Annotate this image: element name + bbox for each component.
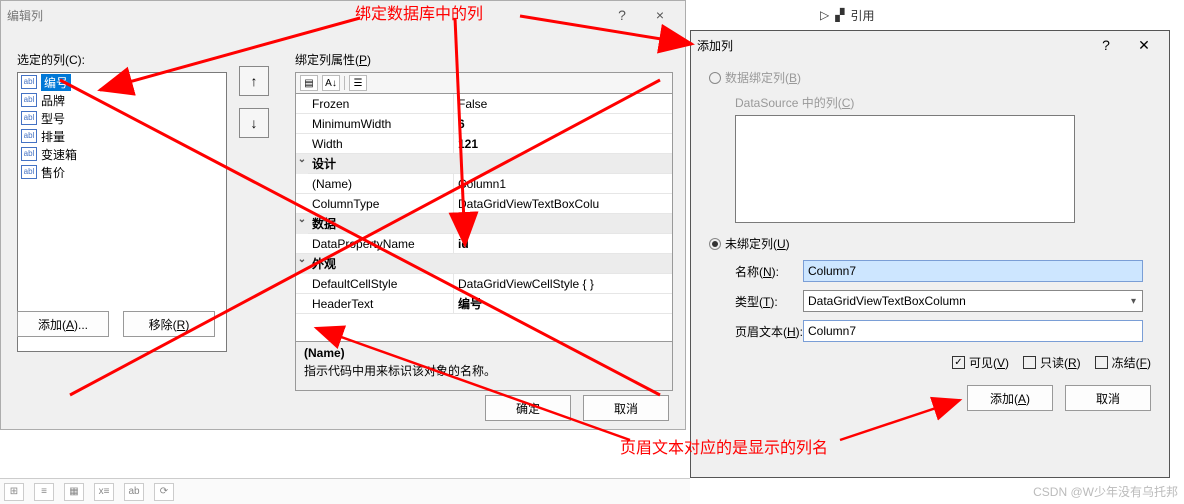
list-item[interactable]: 型号 bbox=[18, 109, 226, 127]
datasource-cols-label: DataSource 中的列(C) bbox=[735, 94, 1151, 111]
props-icon[interactable]: ☰ bbox=[349, 75, 367, 91]
list-item[interactable]: 编号 bbox=[18, 73, 226, 91]
pg-value[interactable]: id bbox=[454, 234, 672, 254]
pg-category: 数据 bbox=[308, 214, 466, 234]
remove-button[interactable]: 移除(R) bbox=[123, 311, 215, 337]
categorize-icon[interactable]: ▤ bbox=[300, 75, 318, 91]
pg-name: DataPropertyName bbox=[296, 234, 454, 254]
watermark: CSDN @W少年没有乌托邦 bbox=[1033, 483, 1178, 500]
readonly-checkbox[interactable]: 只读(R) bbox=[1023, 354, 1081, 371]
column-icon bbox=[21, 75, 37, 89]
selected-columns-list[interactable]: 编号 品牌 型号 排量 变速箱 售价 bbox=[17, 72, 227, 352]
reference-icon: ▞ bbox=[835, 8, 844, 22]
pg-name: Frozen bbox=[296, 94, 454, 114]
type-select[interactable]: DataGridViewTextBoxColumn bbox=[803, 290, 1143, 312]
column-icon bbox=[21, 165, 37, 179]
frozen-checkbox[interactable]: 冻结(F) bbox=[1095, 354, 1151, 371]
annotation-bind-db-column: 绑定数据库中的列 bbox=[355, 0, 483, 24]
type-value: DataGridViewTextBoxColumn bbox=[808, 294, 966, 308]
column-icon bbox=[21, 147, 37, 161]
move-up-button[interactable]: ↑ bbox=[239, 66, 269, 96]
radio-bound-column[interactable]: 数据绑定列(B) bbox=[709, 69, 1151, 86]
close-button[interactable]: × bbox=[641, 4, 679, 26]
collapse-icon[interactable]: ⌄ bbox=[296, 214, 308, 234]
selected-columns-label: 选定的列(C): bbox=[17, 51, 227, 68]
pg-value[interactable]: 121 bbox=[454, 134, 672, 154]
bound-props-label: 绑定列属性(P) bbox=[295, 51, 673, 68]
move-down-button[interactable]: ↓ bbox=[239, 108, 269, 138]
pg-name: DefaultCellStyle bbox=[296, 274, 454, 294]
checkbox-icon bbox=[1023, 356, 1036, 369]
header-input[interactable] bbox=[803, 320, 1143, 342]
designer-bottom-toolbar: ⊞ ≡ ▦ x≡ ab ⟳ bbox=[0, 478, 690, 504]
solution-tree-fragment: ▷ ▞ 引用 bbox=[820, 0, 874, 30]
help-button[interactable]: ? bbox=[1087, 34, 1125, 56]
pg-name: ColumnType bbox=[296, 194, 454, 214]
column-icon bbox=[21, 93, 37, 107]
pg-name: (Name) bbox=[296, 174, 454, 194]
tree-caret-icon: ▷ bbox=[820, 8, 829, 22]
list-item[interactable]: 售价 bbox=[18, 163, 226, 181]
dlg2-title: 添加列 bbox=[697, 37, 1087, 54]
checkbox-icon bbox=[1095, 356, 1108, 369]
type-label: 类型(T): bbox=[709, 293, 803, 310]
datasource-columns-list[interactable] bbox=[735, 115, 1075, 223]
desc-name: (Name) bbox=[304, 346, 664, 360]
list-item[interactable]: 排量 bbox=[18, 127, 226, 145]
collapse-icon[interactable]: ⌄ bbox=[296, 254, 308, 274]
name-input[interactable] bbox=[803, 260, 1143, 282]
pg-value[interactable]: 编号 bbox=[454, 294, 672, 314]
tool-icon[interactable]: ⟳ bbox=[154, 483, 174, 501]
column-icon bbox=[21, 111, 37, 125]
radio-unbound-column[interactable]: 未绑定列(U) bbox=[709, 235, 1151, 252]
list-item[interactable]: 变速箱 bbox=[18, 145, 226, 163]
tool-icon[interactable]: ≡ bbox=[34, 483, 54, 501]
tool-icon[interactable]: ab bbox=[124, 483, 144, 501]
sort-az-icon[interactable]: A↓ bbox=[322, 75, 340, 91]
tool-icon[interactable]: ⊞ bbox=[4, 483, 24, 501]
pg-category: 外观 bbox=[308, 254, 466, 274]
annotation-header-text: 页眉文本对应的是显示的列名 bbox=[620, 434, 828, 458]
edit-columns-dialog: 编辑列 ? × 选定的列(C): 编号 品牌 型号 排量 变速箱 售价 添加(A… bbox=[0, 0, 686, 430]
dlg1-titlebar: 编辑列 ? × bbox=[1, 1, 685, 29]
dlg2-titlebar: 添加列 ? ✕ bbox=[691, 31, 1169, 59]
add-column-dialog: 添加列 ? ✕ 数据绑定列(B) DataSource 中的列(C) 未绑定列(… bbox=[690, 30, 1170, 478]
pg-name: HeaderText bbox=[296, 294, 454, 314]
pg-category: 设计 bbox=[308, 154, 466, 174]
tool-icon[interactable]: ▦ bbox=[64, 483, 84, 501]
close-button[interactable]: ✕ bbox=[1125, 34, 1163, 56]
desc-text: 指示代码中用来标识该对象的名称。 bbox=[304, 362, 664, 379]
pg-value[interactable]: 6 bbox=[454, 114, 672, 134]
ok-button[interactable]: 确定 bbox=[485, 395, 571, 421]
pg-name: Width bbox=[296, 134, 454, 154]
list-item[interactable]: 品牌 bbox=[18, 91, 226, 109]
property-description: (Name) 指示代码中用来标识该对象的名称。 bbox=[295, 341, 673, 391]
cancel-button[interactable]: 取消 bbox=[583, 395, 669, 421]
pg-name: MinimumWidth bbox=[296, 114, 454, 134]
name-label: 名称(N): bbox=[709, 263, 803, 280]
tool-icon[interactable]: x≡ bbox=[94, 483, 114, 501]
help-button[interactable]: ? bbox=[603, 4, 641, 26]
visible-checkbox[interactable]: ✓可见(V) bbox=[952, 354, 1009, 371]
pg-value[interactable]: DataGridViewTextBoxColu bbox=[454, 194, 672, 214]
column-icon bbox=[21, 129, 37, 143]
propertygrid-toolbar: ▤ A↓ ☰ bbox=[295, 72, 673, 94]
radio-icon bbox=[709, 72, 721, 84]
dlg1-title: 编辑列 bbox=[7, 7, 603, 24]
add-button[interactable]: 添加(A) bbox=[967, 385, 1053, 411]
collapse-icon[interactable]: ⌄ bbox=[296, 154, 308, 174]
property-grid[interactable]: FrozenFalse MinimumWidth6 Width121 ⌄设计 (… bbox=[295, 94, 673, 342]
cancel-button[interactable]: 取消 bbox=[1065, 385, 1151, 411]
add-button[interactable]: 添加(A)... bbox=[17, 311, 109, 337]
radio-icon bbox=[709, 238, 721, 250]
pg-value[interactable]: False bbox=[454, 94, 672, 114]
pg-value[interactable]: DataGridViewCellStyle { } bbox=[454, 274, 672, 294]
tree-node-label: 引用 bbox=[850, 7, 874, 24]
checkbox-icon: ✓ bbox=[952, 356, 965, 369]
header-label: 页眉文本(H): bbox=[709, 323, 803, 340]
pg-value[interactable]: Column1 bbox=[454, 174, 672, 194]
